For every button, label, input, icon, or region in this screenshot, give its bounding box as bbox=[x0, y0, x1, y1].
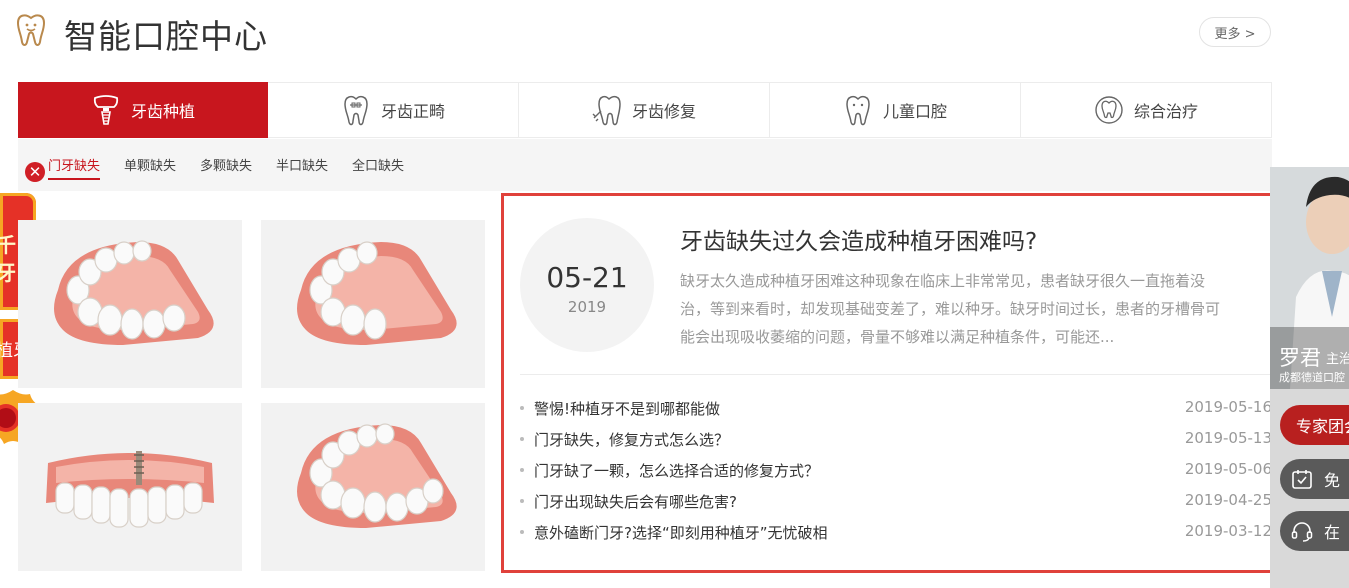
tab-implant[interactable]: 牙齿种植 bbox=[18, 82, 268, 138]
bullet-icon bbox=[520, 468, 524, 472]
date-badge: 05-21 2019 bbox=[520, 218, 654, 352]
tab-label: 综合治疗 bbox=[1133, 102, 1198, 121]
news-date: 2019-05-06 bbox=[1184, 460, 1272, 478]
news-title: 警惕!种植牙不是到哪都能做 bbox=[534, 400, 721, 418]
headset-icon bbox=[1291, 522, 1313, 542]
news-title: 意外磕断门牙?选择“即刻用种植牙”无忧破相 bbox=[534, 524, 828, 542]
divider bbox=[520, 374, 1270, 375]
news-date: 2019-03-12 bbox=[1184, 522, 1272, 540]
news-item[interactable]: 意外磕断门牙?选择“即刻用种植牙”无忧破相 2019-03-12 bbox=[520, 519, 1272, 550]
featured-article-title[interactable]: 牙齿缺失过久会造成种植牙困难吗? bbox=[680, 222, 1037, 256]
featured-article-summary: 缺牙太久造成种植牙困难这种现象在临床上非常常见，患者缺牙很久一直拖着没治，等到来… bbox=[680, 272, 1221, 346]
tab-restoration[interactable]: 牙齿修复 bbox=[519, 83, 770, 137]
tab-orthodontics[interactable]: 牙齿正畸 bbox=[268, 83, 519, 137]
doctor-name: 罗君 bbox=[1279, 346, 1321, 370]
doctor-photo: 罗君 主治 成都德道口腔 bbox=[1270, 167, 1349, 389]
subtab-multiple[interactable]: 多颗缺失 bbox=[200, 155, 252, 174]
service-tabs: 牙齿种植 牙齿正畸 牙齿修复 儿童口腔 综合治疗 bbox=[18, 82, 1272, 138]
dental-image[interactable] bbox=[261, 403, 485, 571]
bullet-icon bbox=[520, 406, 524, 410]
news-title: 门牙缺失，修复方式怎么选？ bbox=[534, 431, 730, 449]
consult-sidebar: 罗君 主治 成都德道口腔 专家团会 免 在 bbox=[1270, 167, 1349, 588]
news-item[interactable]: 门牙缺了一颗，怎么选择合适的修复方式？ 2019-05-06 bbox=[520, 457, 1272, 488]
tab-comprehensive[interactable]: 综合治疗 bbox=[1021, 83, 1271, 137]
date-year: 2019 bbox=[567, 298, 607, 316]
tab-label: 牙齿修复 bbox=[631, 102, 696, 121]
dental-image[interactable] bbox=[18, 220, 242, 388]
bullet-icon bbox=[520, 437, 524, 441]
dental-image[interactable] bbox=[18, 403, 242, 571]
repair-tooth-icon bbox=[592, 95, 621, 126]
button-label: 专家团会 bbox=[1296, 417, 1349, 436]
tooth-logo-icon bbox=[16, 14, 46, 46]
child-tooth-icon bbox=[846, 95, 870, 126]
expert-team-button[interactable]: 专家团会 bbox=[1280, 405, 1349, 445]
braces-tooth-icon bbox=[344, 95, 368, 126]
implant-crown-image bbox=[46, 451, 214, 528]
news-date: 2019-04-25 bbox=[1184, 491, 1272, 509]
news-title: 门牙缺了一颗，怎么选择合适的修复方式？ bbox=[534, 462, 820, 480]
date-month-day: 05-21 bbox=[546, 261, 628, 294]
page-title: 智能口腔中心 bbox=[64, 17, 268, 56]
implant-tooth-icon bbox=[93, 95, 119, 125]
dental-image[interactable] bbox=[261, 220, 485, 388]
news-list: 警惕!种植牙不是到哪都能做 2019-05-16 门牙缺失，修复方式怎么选？ 2… bbox=[520, 395, 1272, 550]
tab-label: 儿童口腔 bbox=[882, 102, 947, 121]
news-date: 2019-05-16 bbox=[1184, 398, 1272, 416]
care-tooth-icon bbox=[1095, 96, 1123, 124]
free-booking-button[interactable]: 免 bbox=[1280, 459, 1349, 499]
tab-label: 牙齿正畸 bbox=[380, 102, 445, 121]
news-item[interactable]: 门牙出现缺失后会有哪些危害? 2019-04-25 bbox=[520, 488, 1272, 519]
news-item[interactable]: 门牙缺失，修复方式怎么选？ 2019-05-13 bbox=[520, 426, 1272, 457]
news-title: 门牙出现缺失后会有哪些危害? bbox=[534, 493, 737, 511]
news-item[interactable]: 警惕!种植牙不是到哪都能做 2019-05-16 bbox=[520, 395, 1272, 426]
subtab-half[interactable]: 半口缺失 bbox=[276, 155, 328, 174]
lower-jaw-half-missing-image bbox=[297, 423, 457, 528]
subtab-front-tooth[interactable]: 门牙缺失 bbox=[48, 155, 101, 180]
calendar-check-icon bbox=[1292, 470, 1312, 489]
button-label: 免 bbox=[1324, 471, 1341, 490]
more-button[interactable]: 更多 > bbox=[1199, 17, 1271, 47]
doctor-hospital: 成都德道口腔 bbox=[1279, 371, 1345, 384]
subtab-single[interactable]: 单颗缺失 bbox=[124, 155, 176, 174]
doctor-role: 主治 bbox=[1326, 352, 1349, 367]
tab-children[interactable]: 儿童口腔 bbox=[770, 83, 1021, 137]
lower-jaw-multiple-missing-image bbox=[297, 241, 457, 345]
subtab-full[interactable]: 全口缺失 bbox=[352, 155, 404, 174]
bullet-icon bbox=[520, 530, 524, 534]
news-date: 2019-05-13 bbox=[1184, 429, 1272, 447]
subtab-bar: 门牙缺失 单颗缺失 多颗缺失 半口缺失 全口缺失 bbox=[18, 139, 1272, 191]
online-consult-button[interactable]: 在 bbox=[1280, 511, 1349, 551]
bullet-icon bbox=[520, 499, 524, 503]
close-icon[interactable]: ✕ bbox=[25, 162, 45, 182]
tab-label: 牙齿种植 bbox=[130, 102, 195, 121]
button-label: 在 bbox=[1324, 523, 1341, 542]
lower-jaw-missing-tooth-image bbox=[54, 240, 214, 345]
